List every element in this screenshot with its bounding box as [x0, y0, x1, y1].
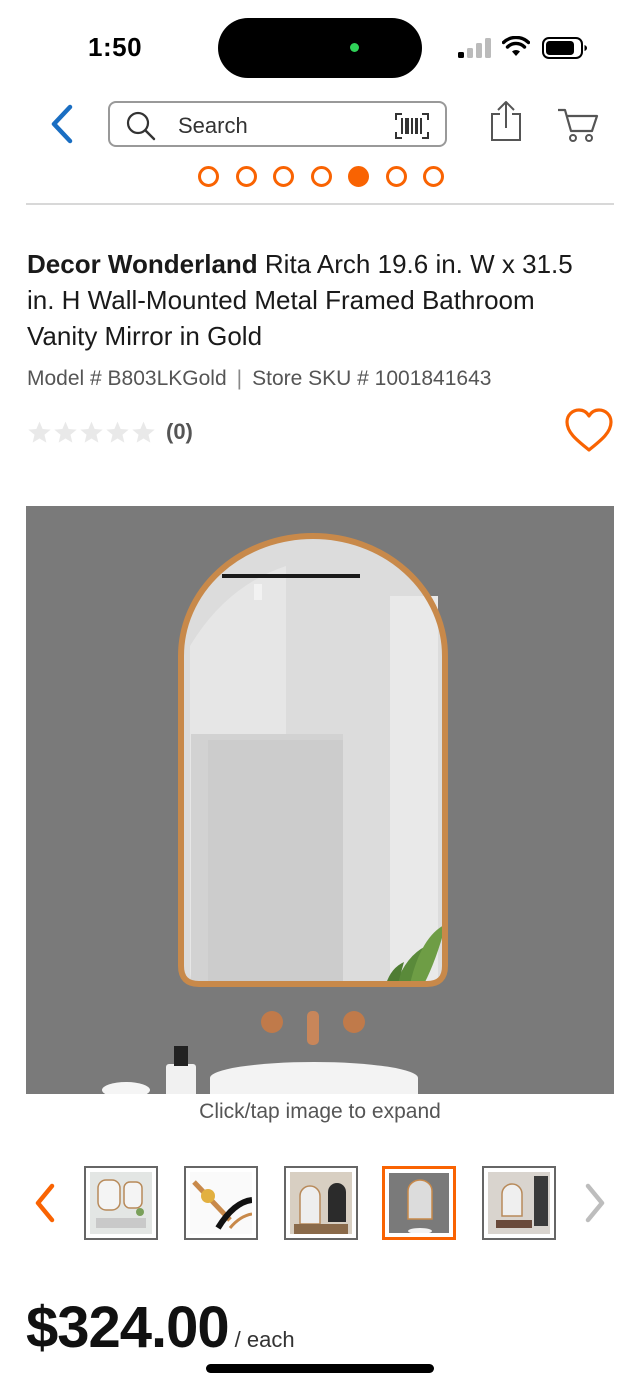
thumbnail-1-image — [90, 1172, 152, 1234]
separator: | — [236, 367, 243, 390]
expand-hint: Click/tap image to expand — [199, 1100, 441, 1123]
thumbnail-4-selected[interactable] — [382, 1166, 456, 1240]
dynamic-island — [218, 18, 422, 78]
rating-stars — [27, 420, 156, 445]
price-value: $324.00 — [26, 1295, 230, 1360]
star-empty-icon — [54, 421, 77, 443]
share-icon[interactable] — [488, 100, 524, 144]
home-indicator[interactable] — [206, 1364, 434, 1373]
battery-icon — [542, 37, 587, 59]
price-unit: / each — [234, 1327, 295, 1352]
thumbnail-5[interactable] — [482, 1166, 556, 1240]
barcode-icon[interactable] — [395, 113, 429, 139]
camera-indicator-icon — [350, 43, 359, 52]
product-identifiers: Model # B803LKGold | Store SKU # 100184164… — [27, 367, 491, 391]
star-empty-icon — [132, 421, 155, 443]
thumbnail-3[interactable] — [284, 1166, 358, 1240]
search-input[interactable] — [178, 113, 378, 139]
price-block: $324.00 / each — [26, 1294, 295, 1361]
star-empty-icon — [28, 421, 51, 443]
thumbnail-5-image — [488, 1172, 550, 1234]
thumbnail-1[interactable] — [84, 1166, 158, 1240]
carousel-dot[interactable] — [273, 166, 294, 187]
product-brand[interactable]: Decor Wonderland — [27, 249, 258, 279]
status-bar: 1:50 — [0, 0, 640, 96]
product-title: Decor Wonderland Rita Arch 19.6 in. W x … — [27, 246, 607, 354]
favorite-heart-icon[interactable] — [564, 406, 614, 454]
thumbnail-strip — [0, 1166, 640, 1244]
rating-summary[interactable]: (0) — [27, 416, 193, 448]
star-empty-icon — [80, 421, 103, 443]
wifi-icon — [502, 36, 530, 56]
mirror-photo — [26, 506, 614, 1094]
signal-icon — [458, 38, 491, 58]
product-image[interactable] — [26, 506, 614, 1094]
top-navigation — [0, 96, 640, 156]
next-chevron-icon[interactable] — [580, 1180, 610, 1226]
search-icon — [126, 111, 156, 141]
carousel-dot[interactable] — [310, 166, 332, 187]
thumbnail-2-image — [190, 1172, 252, 1234]
carousel-dot[interactable] — [235, 166, 257, 187]
carousel-dots — [198, 166, 444, 188]
thumbnail-3-image — [290, 1172, 352, 1234]
model-number: Model # B803LKGold — [27, 367, 227, 390]
store-sku: Store SKU # 1001841643 — [252, 367, 492, 390]
search-bar[interactable] — [108, 101, 447, 147]
cart-icon[interactable] — [556, 104, 600, 144]
carousel-dot-active[interactable] — [348, 166, 369, 187]
previous-chevron-icon[interactable] — [30, 1180, 60, 1226]
status-time: 1:50 — [88, 32, 143, 62]
carousel-dot[interactable] — [385, 166, 407, 187]
divider — [26, 203, 614, 205]
thumbnail-4-image — [389, 1173, 449, 1233]
star-empty-icon — [106, 421, 129, 443]
back-button[interactable] — [42, 102, 82, 146]
carousel-dot[interactable] — [198, 166, 219, 187]
carousel-dot[interactable] — [423, 166, 444, 187]
back-chevron-icon — [51, 104, 73, 144]
review-count: (0) — [166, 419, 193, 444]
thumbnail-2[interactable] — [184, 1166, 258, 1240]
